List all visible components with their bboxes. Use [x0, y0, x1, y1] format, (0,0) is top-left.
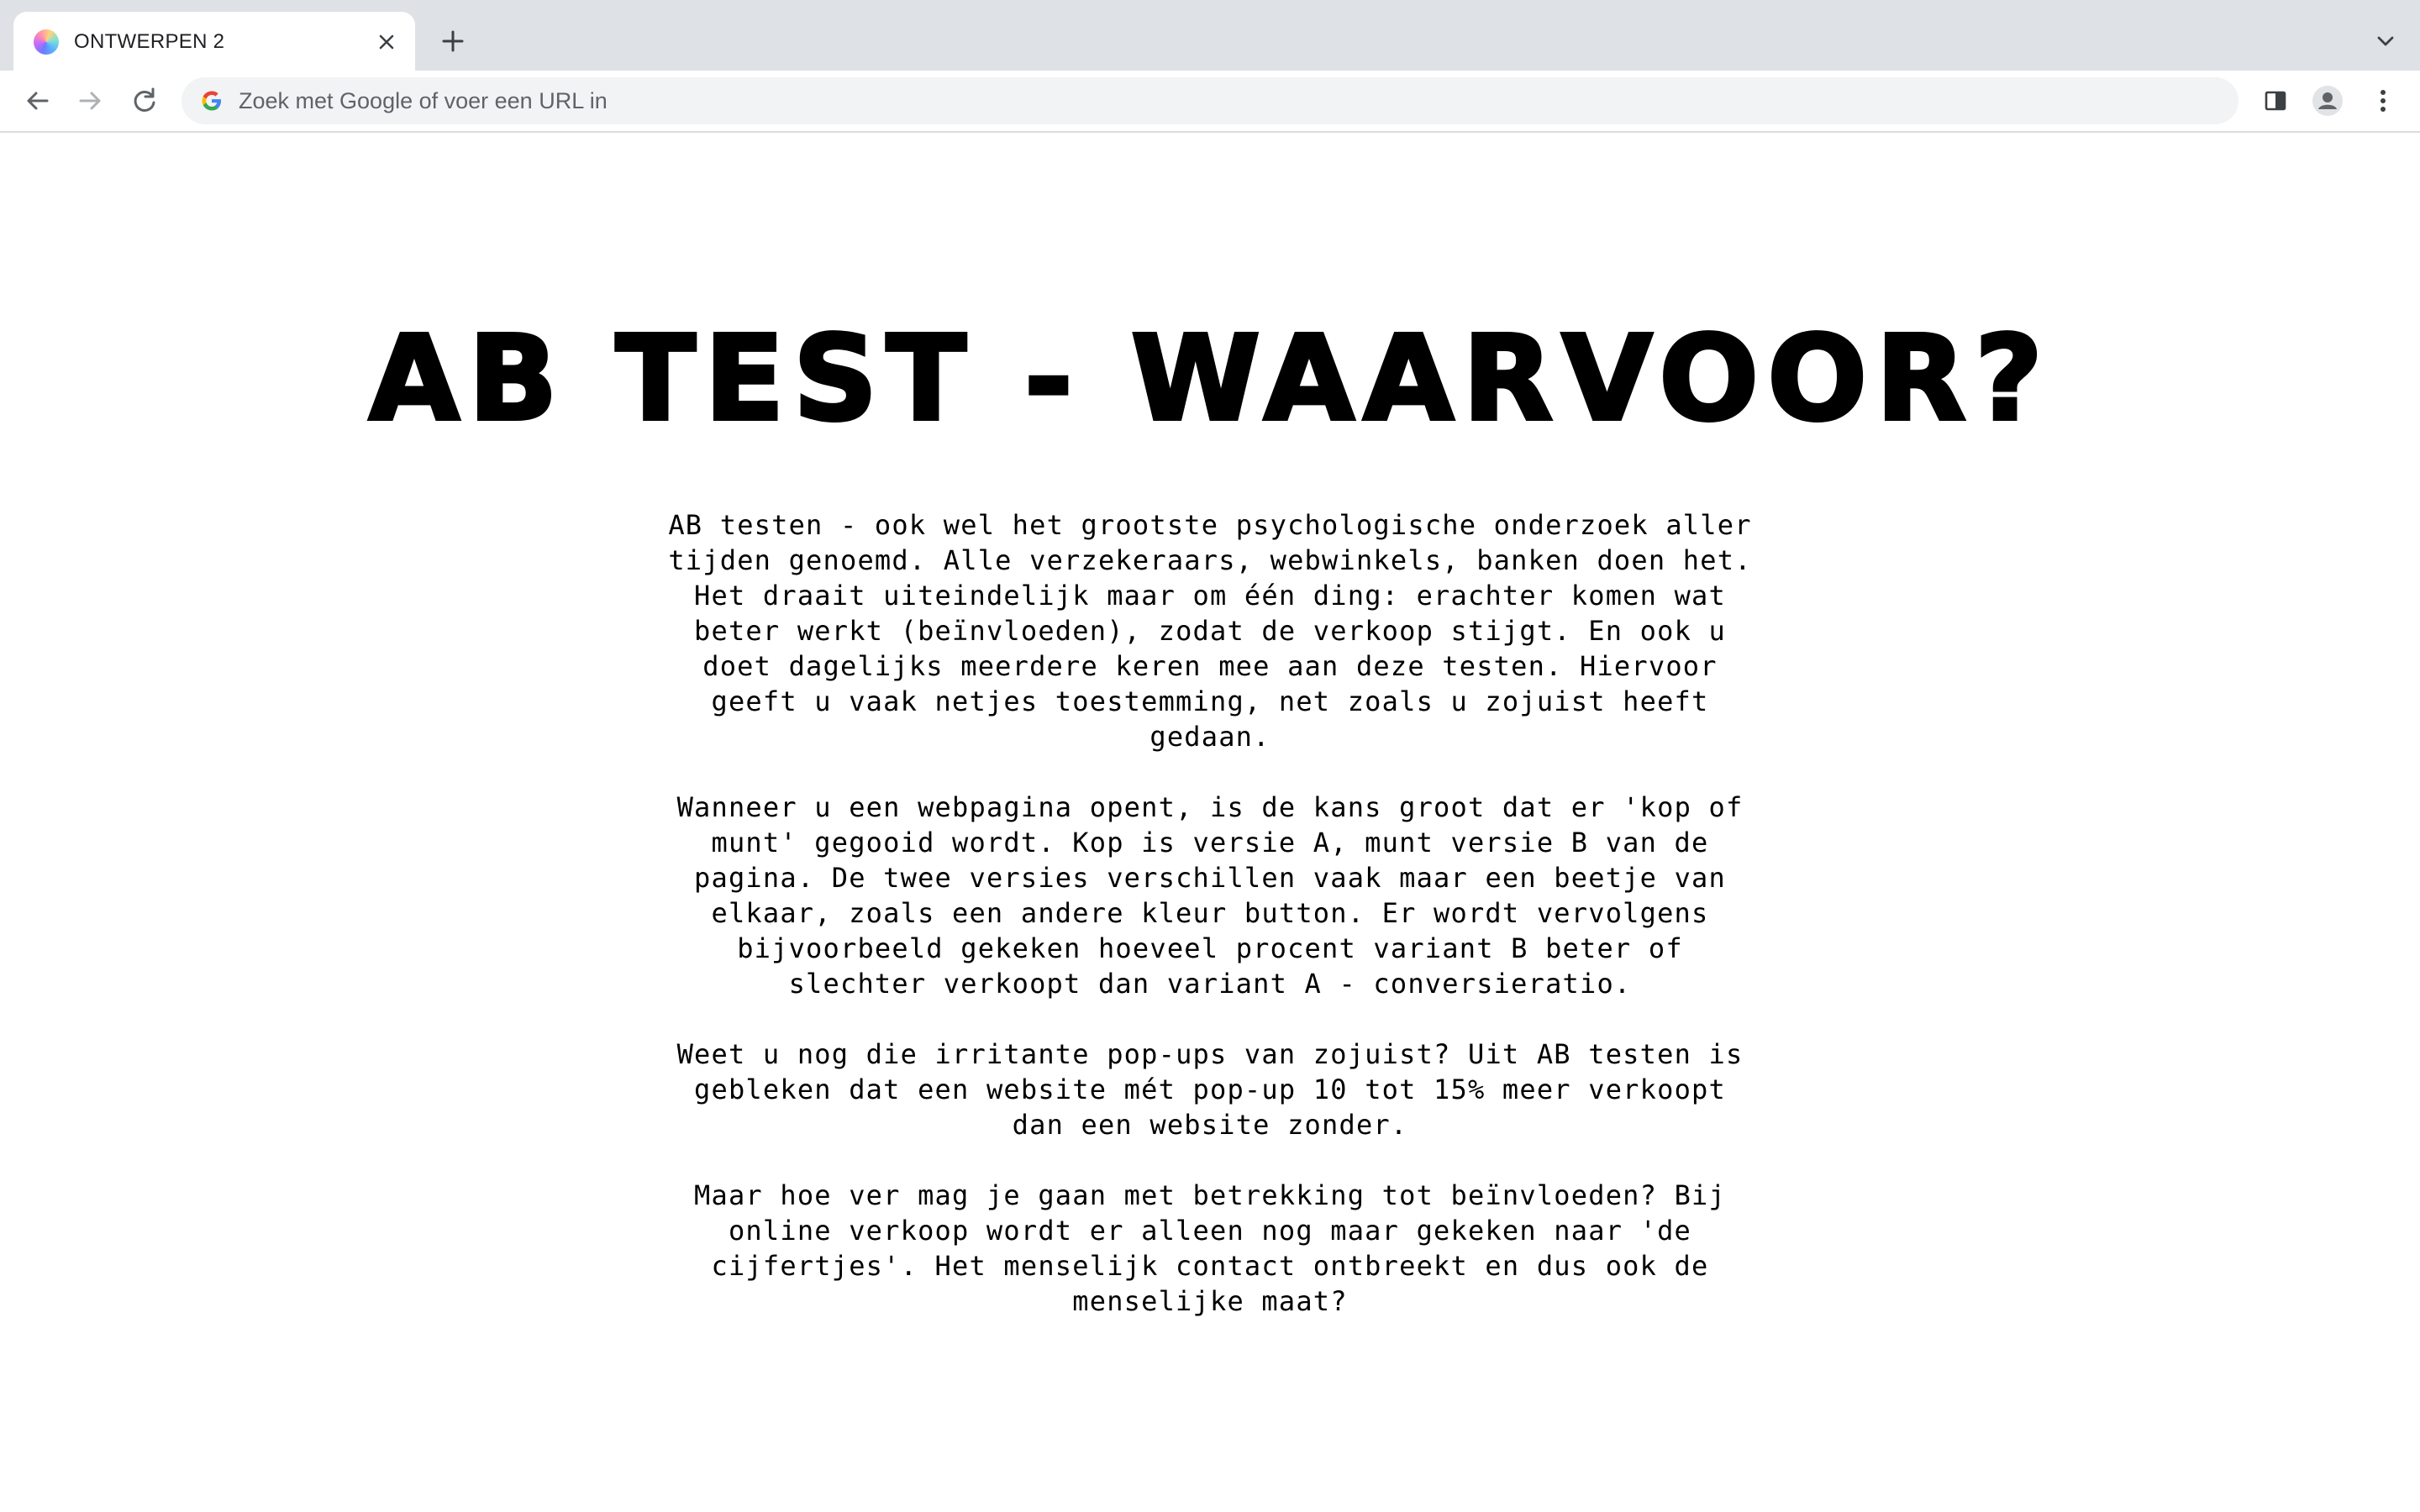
article-body: AB testen - ook wel het grootste psychol…: [664, 507, 1756, 1354]
gradient-orb-icon: [34, 29, 59, 55]
forward-arrow-icon[interactable]: [74, 84, 108, 118]
paragraph-intro: AB testen - ook wel het grootste psychol…: [668, 509, 1752, 753]
side-panel-icon[interactable]: [2259, 84, 2292, 118]
close-icon[interactable]: [373, 29, 400, 55]
google-g-icon: [202, 91, 221, 111]
back-arrow-icon[interactable]: [20, 84, 54, 118]
profile-avatar-icon[interactable]: [2311, 84, 2344, 118]
paragraph-coin-flip: Wanneer u een webpagina opent, is de kan…: [676, 791, 1744, 1000]
paragraph-popups: Weet u nog die irritante pop-ups van zoj…: [676, 1038, 1744, 1141]
web-page: AB TEST - WAARVOOR? AB testen - ook wel …: [0, 133, 2420, 1512]
tab-strip: ONTWERPEN 2: [0, 0, 2420, 71]
paragraph-human-measure: Maar hoe ver mag je gaan met betrekking …: [694, 1179, 1726, 1317]
address-bar[interactable]: [182, 77, 2238, 124]
reload-icon[interactable]: [128, 84, 161, 118]
page-headline: AB TEST - WAARVOOR?: [367, 311, 2052, 449]
chevron-down-icon[interactable]: [2373, 29, 2398, 54]
tab-title: ONTWERPEN 2: [74, 30, 225, 53]
new-tab-plus-icon[interactable]: [439, 27, 467, 55]
url-input[interactable]: [239, 77, 2205, 124]
browser-tab-active[interactable]: ONTWERPEN 2: [13, 12, 415, 71]
more-menu-icon[interactable]: [2366, 84, 2400, 118]
browser-toolbar: [0, 71, 2420, 133]
